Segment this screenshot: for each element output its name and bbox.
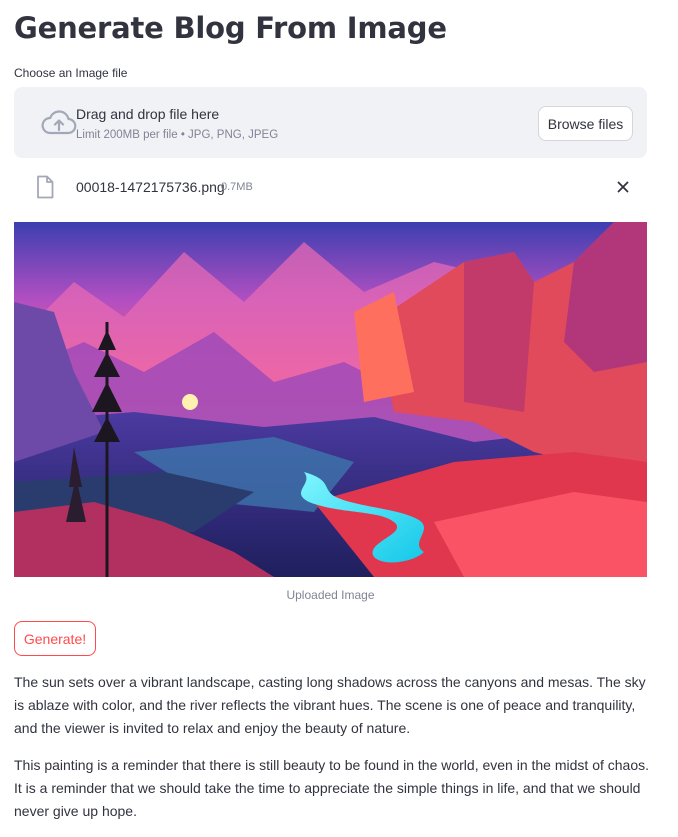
blog-paragraph: This painting is a reminder that there i… <box>14 757 650 819</box>
uploaded-file-row: 00018-1472175736.png 0.7MB <box>14 170 647 204</box>
app-page: Generate Blog From Image Choose an Image… <box>0 0 678 837</box>
file-size: 0.7MB <box>221 181 253 193</box>
uploader-label: Choose an Image file <box>14 66 128 80</box>
uploaded-image <box>14 222 647 577</box>
blog-paragraph: The sun sets over a vibrant landscape, c… <box>14 674 646 736</box>
file-dropzone[interactable]: Drag and drop file here Limit 200MB per … <box>14 87 647 158</box>
dropzone-instructions: Drag and drop file here <box>76 106 220 122</box>
page-title: Generate Blog From Image <box>14 11 447 45</box>
cloud-upload-icon <box>41 109 77 137</box>
file-name: 00018-1472175736.png <box>76 179 225 195</box>
image-caption: Uploaded Image <box>286 588 375 602</box>
generate-button[interactable]: Generate! <box>14 621 96 656</box>
close-icon[interactable] <box>615 179 631 195</box>
dropzone-limit: Limit 200MB per file • JPG, PNG, JPEG <box>76 129 279 141</box>
file-icon <box>36 175 54 199</box>
browse-files-button[interactable]: Browse files <box>538 106 633 141</box>
